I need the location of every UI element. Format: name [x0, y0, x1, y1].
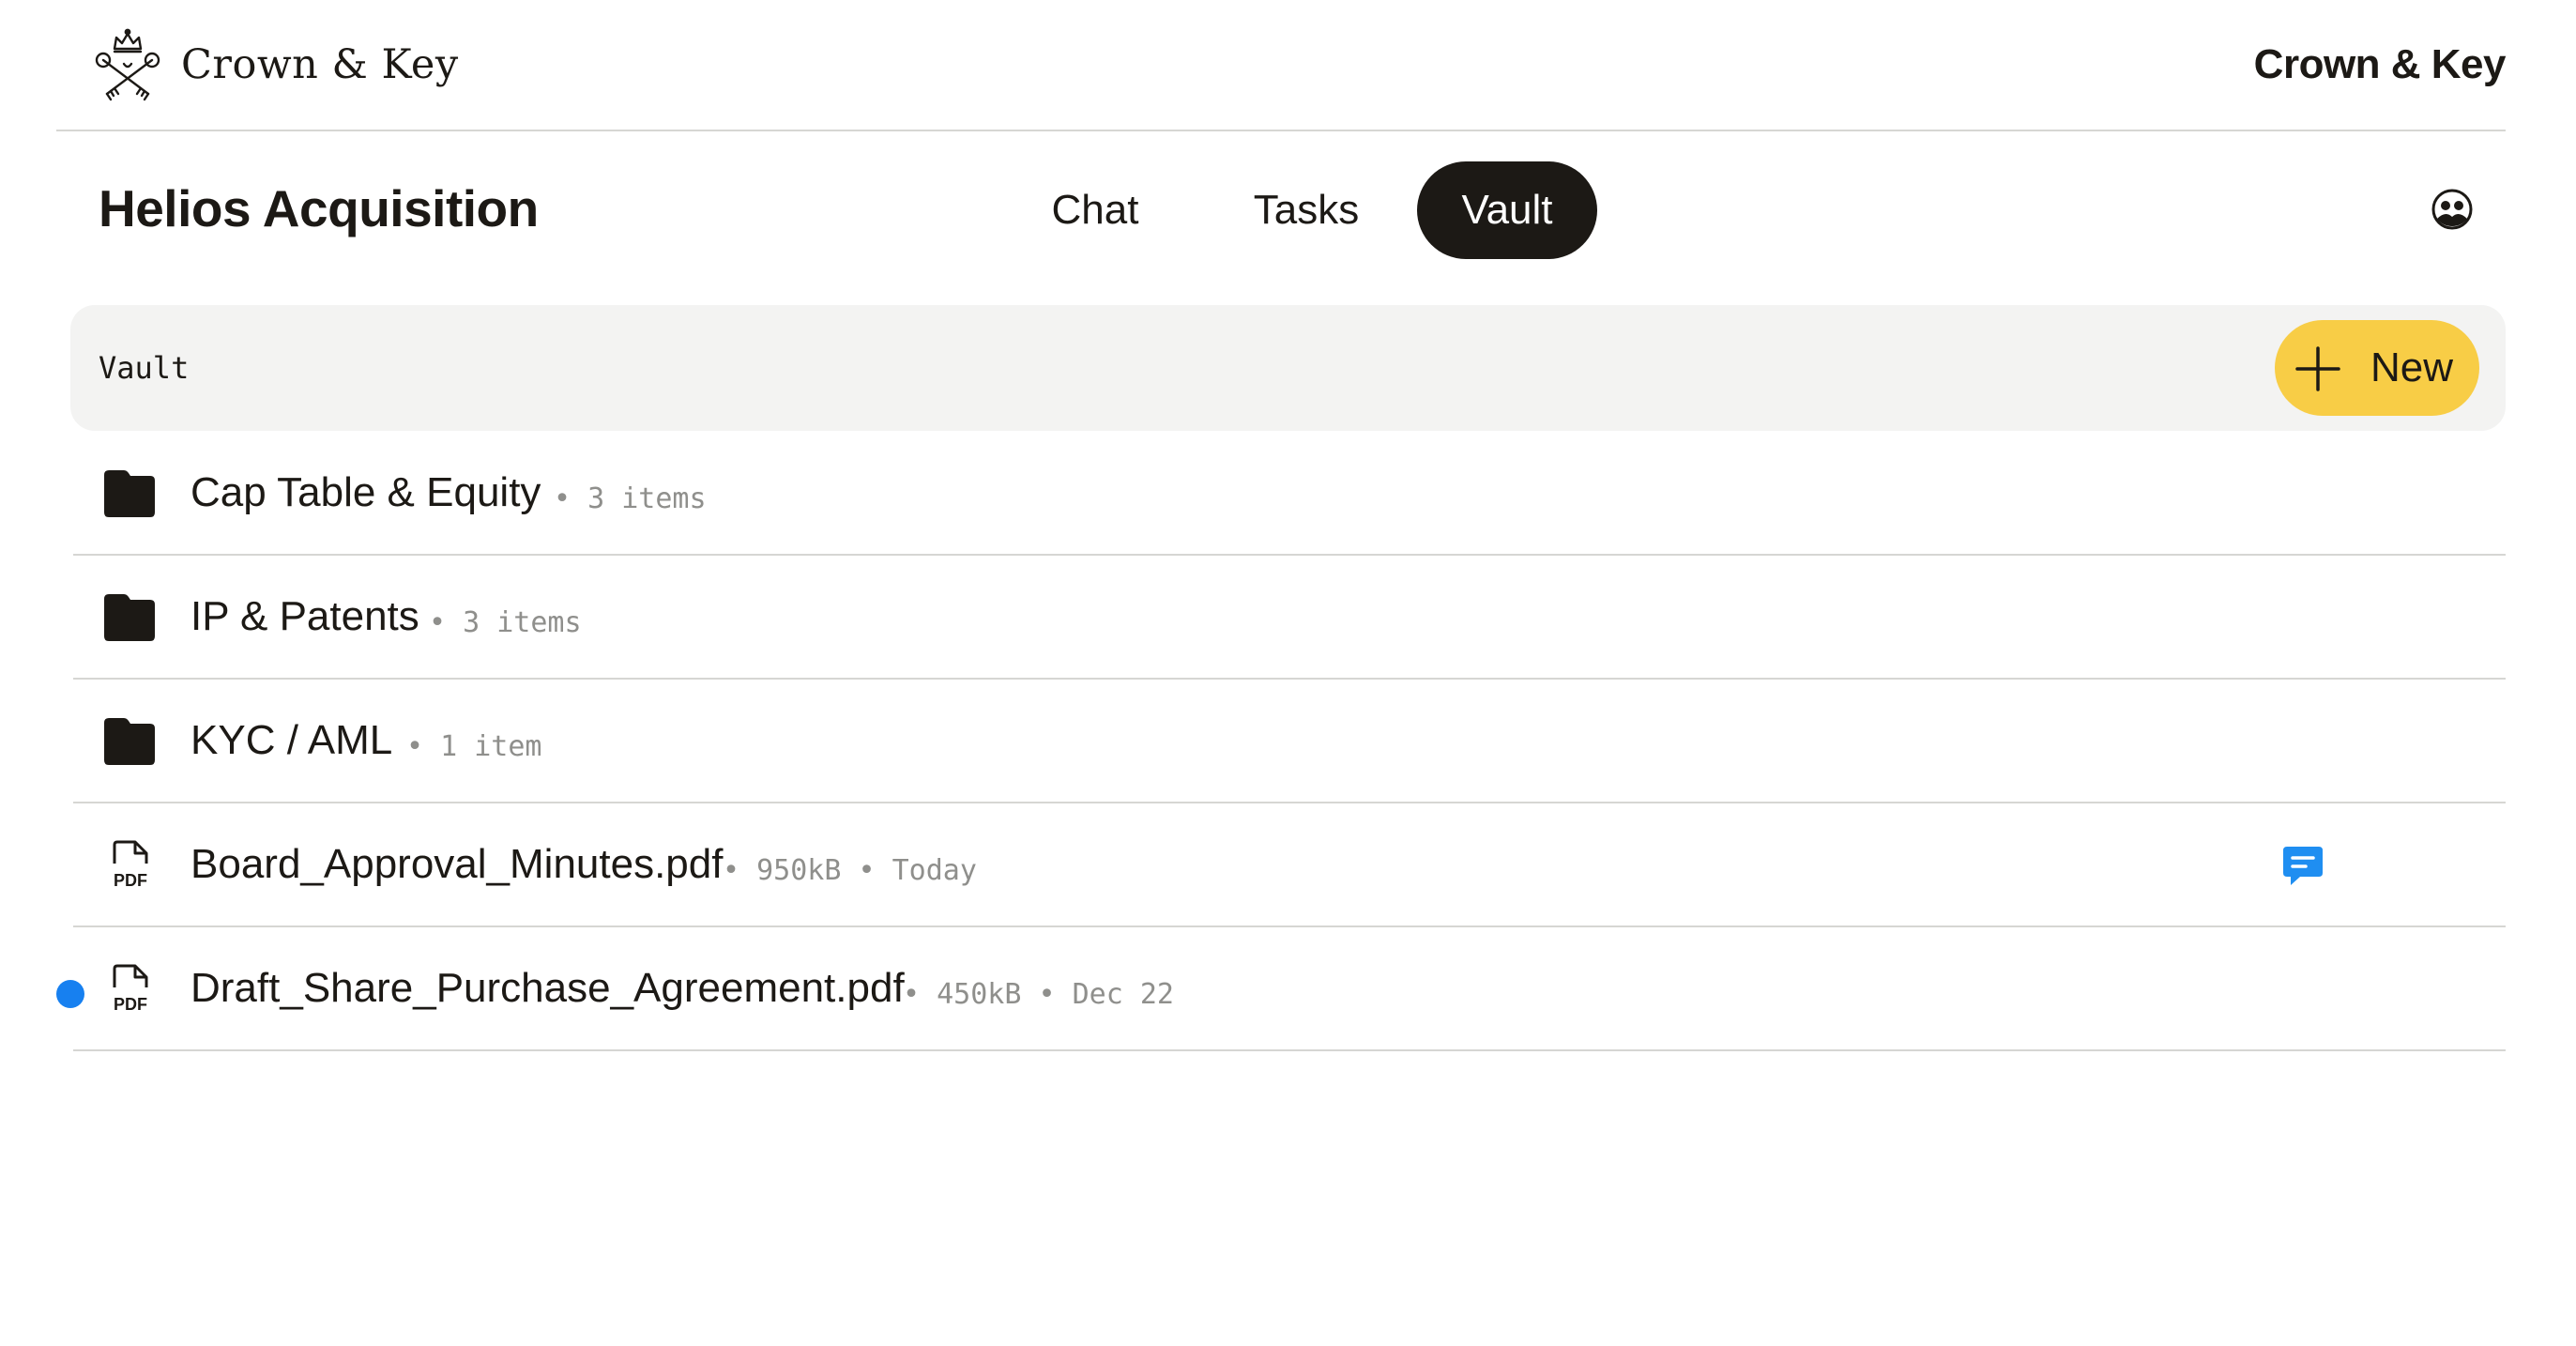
breadcrumb: Vault — [99, 350, 190, 386]
item-name: Cap Table & Equity — [191, 469, 541, 515]
item-name: KYC / AML — [191, 717, 393, 763]
account-group-icon[interactable] — [2431, 188, 2474, 231]
pdf-label: PDF — [114, 871, 147, 890]
tab-tasks[interactable]: Tasks — [1222, 161, 1391, 259]
vault-toolbar: Vault New — [70, 305, 2506, 431]
item-meta: • 950kB • Today — [723, 854, 977, 887]
item-meta: • 450kB • Dec 22 — [903, 978, 1174, 1011]
new-button-label: New — [2370, 344, 2454, 390]
pdf-label: PDF — [114, 995, 147, 1014]
brand-wordmark: Crown & Key — [2253, 41, 2507, 87]
folder-icon — [104, 470, 155, 517]
vault-item-list: Cap Table & Equity • 3 items IP & Patent… — [56, 432, 2506, 1051]
item-meta: • 3 items — [429, 606, 582, 639]
item-name: Draft_Share_Purchase_Agreement.pdf — [191, 965, 905, 1011]
comment-icon[interactable] — [2279, 843, 2326, 890]
pdf-file-icon: PDF — [113, 964, 148, 1014]
item-name: IP & Patents — [191, 593, 419, 639]
folder-icon — [104, 594, 155, 641]
crossed-keys-crest-icon — [95, 28, 160, 101]
pdf-file-icon: PDF — [113, 840, 148, 890]
list-item[interactable]: IP & Patents • 3 items — [73, 556, 2506, 680]
new-button[interactable]: New — [2275, 320, 2479, 416]
tab-vault[interactable]: Vault — [1417, 161, 1597, 259]
list-item[interactable]: Cap Table & Equity • 3 items — [73, 432, 2506, 556]
folder-icon — [104, 718, 155, 765]
list-item[interactable]: PDF Draft_Share_Purchase_Agreement.pdf •… — [56, 927, 2506, 1051]
item-meta: • 3 items — [554, 482, 707, 515]
item-meta: • 1 item — [406, 730, 542, 763]
plus-icon — [2295, 346, 2340, 391]
item-name: Board_Approval_Minutes.pdf — [191, 841, 724, 887]
list-item[interactable]: KYC / AML • 1 item — [73, 680, 2506, 803]
page-title: Helios Acquisition — [99, 179, 539, 237]
tab-chat[interactable]: Chat — [1015, 161, 1175, 259]
list-item[interactable]: PDF Board_Approval_Minutes.pdf • 950kB •… — [73, 803, 2506, 927]
unread-indicator — [56, 980, 84, 1008]
brand-name: Crown & Key — [181, 41, 459, 88]
brand-bar: Crown & Key Crown & Key — [56, 0, 2507, 131]
